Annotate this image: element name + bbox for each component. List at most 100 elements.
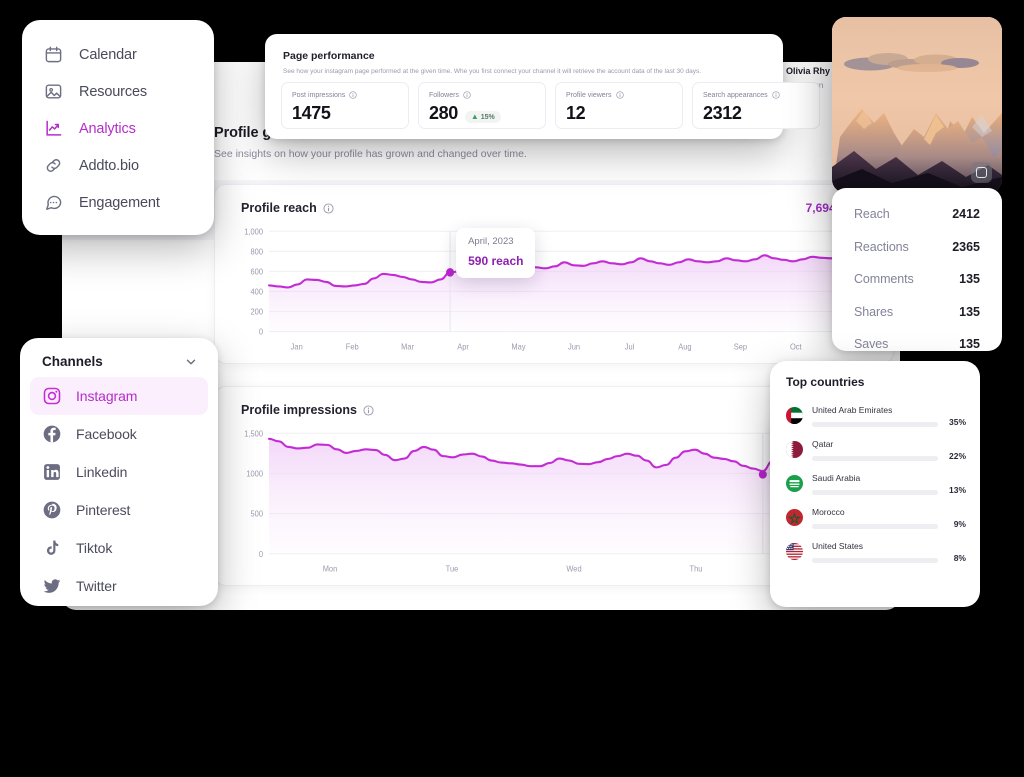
channel-label: Linkedin — [76, 464, 128, 480]
channel-item-tiktok[interactable]: Tiktok — [30, 529, 208, 567]
channels-header[interactable]: Channels — [20, 338, 218, 377]
nav-item-addto-bio[interactable]: Addto.bio — [22, 147, 214, 184]
instagram-icon — [42, 386, 62, 406]
svg-text:0: 0 — [259, 328, 263, 337]
svg-text:Sep: Sep — [734, 342, 747, 351]
engagement-value: 2412 — [952, 207, 980, 222]
country-percent: 13% — [948, 485, 966, 495]
svg-text:Jun: Jun — [568, 342, 580, 351]
country-bar-track — [812, 422, 938, 427]
linkedin-icon — [42, 462, 62, 482]
engagement-label: Reactions — [854, 239, 909, 254]
profile-reach-plot: 0 200 400 600 800 1,000 Jan Feb Mar Apr May Jun Jul A… — [225, 227, 885, 355]
svg-text:Jul: Jul — [625, 342, 635, 351]
engagement-list: Reach 2412 Reactions 2365 Comments 135 Shares 1… — [832, 188, 1002, 361]
top-countries-title: Top countries — [786, 375, 865, 389]
page-performance-card: Page performance See how your instagram … — [265, 34, 820, 139]
svg-text:Mon: Mon — [323, 565, 338, 574]
carousel-icon — [971, 162, 992, 183]
channel-item-pinterest[interactable]: Pinterest — [30, 491, 208, 529]
engagement-value: 135 — [959, 304, 980, 319]
engagement-value: 135 — [959, 272, 980, 287]
channel-label: Tiktok — [76, 540, 113, 556]
stat-value-row: 2312 — [703, 103, 742, 124]
info-icon[interactable] — [615, 91, 624, 99]
stat-label-text: Post impressions — [292, 91, 346, 99]
pinterest-icon — [42, 500, 62, 520]
country-name: United Arab Emirates — [812, 405, 893, 415]
nav-item-label: Engagement — [79, 194, 160, 211]
stat-value-row: 280 ▲ 15% — [429, 103, 501, 124]
engagement-row: Reactions 2365 — [832, 231, 1002, 264]
flag-icon-ma — [786, 509, 803, 526]
stat-label-text: Profile viewers — [566, 91, 612, 99]
svg-text:Thu: Thu — [690, 565, 703, 574]
info-icon[interactable] — [771, 91, 780, 99]
info-icon[interactable] — [349, 91, 357, 99]
engagement-row: Shares 135 — [832, 296, 1002, 329]
engagement-label: Shares — [854, 304, 894, 319]
country-bar-track — [812, 524, 938, 529]
channel-label: Pinterest — [76, 502, 131, 518]
country-bar-track — [812, 558, 938, 563]
page-performance-subtitle: See how your instagram page performed at… — [283, 68, 702, 75]
svg-text:200: 200 — [250, 307, 263, 316]
country-percent: 35% — [948, 417, 966, 427]
svg-text:Feb: Feb — [346, 342, 359, 351]
stat-label-text: Search appearances — [703, 91, 768, 99]
nav-item-engagement[interactable]: Engagement — [22, 184, 214, 221]
svg-text:Apr: Apr — [457, 342, 469, 351]
info-icon[interactable] — [463, 91, 471, 99]
twitter-icon — [42, 576, 62, 596]
nav-item-analytics[interactable]: Analytics — [22, 110, 214, 147]
flag-icon-sa — [786, 475, 803, 492]
svg-text:400: 400 — [250, 287, 263, 296]
svg-text:0: 0 — [259, 550, 263, 559]
engagement-label: Comments — [854, 272, 914, 287]
nav-item-calendar[interactable]: Calendar — [22, 36, 214, 73]
channel-item-facebook[interactable]: Facebook — [30, 415, 208, 453]
profile-impressions-title: Profile impressions — [241, 403, 358, 417]
arrow-up-icon: ▲ — [470, 112, 479, 121]
country-row: United States 8% — [786, 541, 966, 575]
post-photo-card[interactable] — [832, 17, 1002, 193]
stat-boxes: Post impressions 1475 Followers 280 ▲ 15% Prof… — [281, 82, 820, 129]
channels-list: Instagram Facebook Linkedin Pinterest Tiktok… — [20, 377, 218, 605]
country-percent: 22% — [948, 451, 966, 461]
info-icon[interactable] — [323, 202, 334, 214]
analytics-icon — [44, 119, 63, 138]
nav-item-label: Analytics — [79, 120, 136, 137]
nav-item-label: Calendar — [79, 46, 137, 63]
stat-box-post-impressions: Post impressions 1475 — [281, 82, 409, 129]
country-row: United Arab Emirates 35% — [786, 405, 966, 439]
stat-value: 280 — [429, 103, 458, 123]
stat-delta-badge: ▲ 15% — [464, 111, 501, 123]
chevron-down-icon[interactable] — [184, 355, 198, 369]
channel-item-twitter[interactable]: Twitter — [30, 567, 208, 605]
svg-text:800: 800 — [250, 247, 263, 256]
top-countries-list: United Arab Emirates 35% Qatar 22% Saudi Ara… — [786, 405, 966, 575]
engagement-label: Saves — [854, 337, 889, 352]
stat-value-row: 12 — [566, 103, 586, 124]
stat-label: Search appearances — [703, 91, 780, 99]
country-bar-track — [812, 456, 938, 461]
country-percent: 9% — [953, 519, 966, 529]
svg-text:1,000: 1,000 — [244, 227, 263, 236]
engagement-row: Comments 135 — [832, 263, 1002, 296]
channel-item-instagram[interactable]: Instagram — [30, 377, 208, 415]
profile-impressions-title-group: Profile impressions — [241, 403, 374, 417]
svg-text:600: 600 — [250, 267, 263, 276]
profile-reach-title: Profile reach — [241, 201, 317, 215]
stat-delta-value: 15% — [480, 113, 495, 121]
svg-text:Aug: Aug — [678, 342, 691, 351]
info-icon[interactable] — [363, 404, 374, 416]
nav-item-resources[interactable]: Resources — [22, 73, 214, 110]
svg-text:Oct: Oct — [790, 342, 802, 351]
svg-text:Wed: Wed — [566, 565, 581, 574]
channel-item-linkedin[interactable]: Linkedin — [30, 453, 208, 491]
country-row: Qatar 22% — [786, 439, 966, 473]
svg-text:Tue: Tue — [446, 565, 459, 574]
channel-label: Facebook — [76, 426, 137, 442]
svg-text:1000: 1000 — [246, 469, 263, 478]
flag-icon-qa — [786, 441, 803, 458]
